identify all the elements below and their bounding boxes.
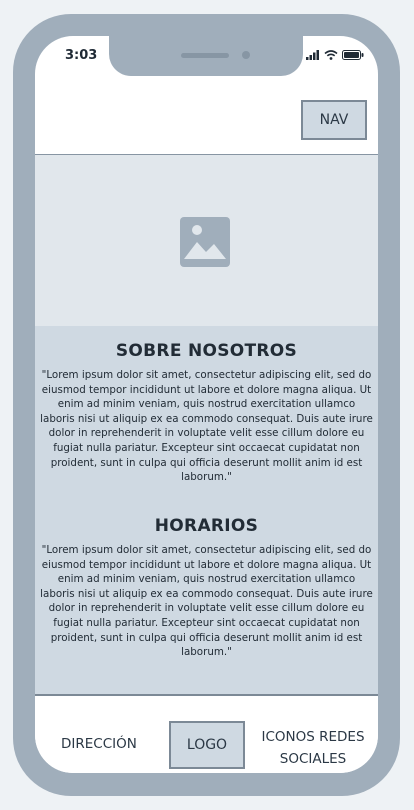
social-icons[interactable]: ICONOS REDES SOCIALES <box>257 726 369 770</box>
image-placeholder-icon <box>180 217 230 267</box>
phone-frame: 3:03 NAV SOBRE NOSOTROS "Lorem ipsum dol… <box>13 14 400 796</box>
battery-icon <box>342 50 364 60</box>
section-text: "Lorem ipsum dolor sit amet, consectetur… <box>40 544 373 659</box>
notch <box>109 36 303 76</box>
section-title: SOBRE NOSOTROS <box>115 341 298 361</box>
logo[interactable]: LOGO <box>169 721 245 769</box>
hero-image <box>35 154 378 327</box>
address-link[interactable]: DIRECCIÓN <box>61 736 137 752</box>
status-time: 3:03 <box>65 48 98 63</box>
section-title: HORARIOS <box>154 516 259 536</box>
wifi-icon <box>324 50 338 60</box>
camera <box>242 51 250 59</box>
section-text: "Lorem ipsum dolor sit amet, consectetur… <box>40 369 373 484</box>
status-icons <box>306 50 364 60</box>
speaker <box>181 53 229 58</box>
phone-screen: 3:03 NAV SOBRE NOSOTROS "Lorem ipsum dol… <box>35 36 378 773</box>
section-sobre-nosotros: SOBRE NOSOTROS "Lorem ipsum dolor sit am… <box>35 341 378 485</box>
nav-button[interactable]: NAV <box>301 100 367 140</box>
content-panel: SOBRE NOSOTROS "Lorem ipsum dolor sit am… <box>35 326 378 696</box>
section-horarios: HORARIOS "Lorem ipsum dolor sit amet, co… <box>35 516 378 660</box>
signal-icon <box>306 50 319 60</box>
footer: DIRECCIÓN LOGO ICONOS REDES SOCIALES <box>35 696 378 773</box>
